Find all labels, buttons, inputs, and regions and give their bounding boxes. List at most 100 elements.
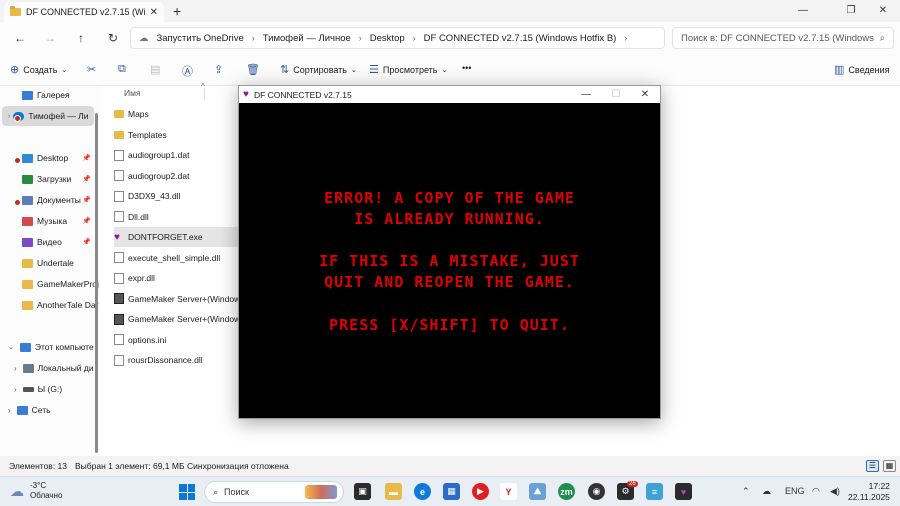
game-screen[interactable]: ERROR! A COPY OF THE GAME IS ALREADY RUN…: [239, 103, 660, 418]
notepad-icon[interactable]: ≡: [646, 483, 663, 500]
game-window-title: DF CONNECTED v2.7.15: [253, 89, 352, 100]
desktop-icon: [22, 153, 33, 163]
file-row[interactable]: execute_shell_simple.dll: [114, 248, 241, 268]
store-icon[interactable]: ▦: [443, 483, 460, 500]
search-icon: ⌕: [213, 486, 219, 497]
application-icon: [114, 313, 124, 325]
file-icon: [114, 252, 124, 263]
breadcrumb-item[interactable]: Desktop: [370, 33, 405, 44]
delete-button[interactable]: 🗑: [246, 63, 260, 76]
cut-button[interactable]: ✂: [87, 63, 96, 76]
address-bar[interactable]: ☁ Запустить OneDrive › Тимофей — Личное …: [130, 27, 665, 49]
youtube-icon[interactable]: ▶: [472, 483, 489, 500]
network-tray-icon[interactable]: ☁: [762, 486, 771, 497]
time: 17:22: [868, 481, 890, 491]
share-button[interactable]: ⇪: [214, 63, 223, 76]
cloud-icon: ☁: [10, 482, 24, 499]
details-view-button[interactable]: ☰: [866, 460, 879, 472]
file-icon: [114, 354, 124, 366]
up-button[interactable]: ↑: [73, 30, 89, 46]
sidebar-item-anothertale[interactable]: AnotherTale Dar: [22, 295, 100, 315]
file-row[interactable]: Maps: [114, 104, 241, 124]
photos-icon[interactable]: ⛰: [529, 483, 546, 500]
sidebar-item-gamemakerproj[interactable]: GameMakerProj: [22, 274, 100, 294]
column-header-name[interactable]: Имя: [124, 88, 141, 98]
close-window-button[interactable]: ✕: [860, 0, 900, 20]
sidebar-item-undertale[interactable]: Undertale: [22, 253, 100, 273]
breadcrumb-item[interactable]: Тимофей — Личное: [263, 33, 351, 44]
details-label: Сведения: [848, 64, 890, 75]
game-minimize-button[interactable]: —: [571, 86, 601, 103]
file-row[interactable]: rousrDissonance.dll: [114, 350, 241, 370]
zoom-icon[interactable]: zm: [558, 483, 575, 500]
view-button[interactable]: ☰ Просмотреть ⌄: [369, 63, 447, 76]
file-name: Dll.dll: [128, 211, 149, 222]
file-name: D3DX9_43.dll: [128, 191, 181, 201]
volume-icon[interactable]: ◀): [830, 486, 840, 497]
forward-button[interactable]: →: [42, 30, 58, 46]
sidebar-item-gallery[interactable]: Галерея: [22, 86, 100, 105]
sidebar-item-local-disk[interactable]: › Локальный ди: [14, 358, 100, 378]
file-row[interactable]: Templates: [114, 125, 241, 145]
file-row[interactable]: ♥ DONTFORGET.exe: [114, 227, 241, 247]
language-indicator[interactable]: ENG: [785, 486, 805, 496]
task-view-icon[interactable]: ▣: [354, 483, 371, 500]
music-icon: [22, 216, 33, 226]
taskbar-search-label: Поиск: [224, 487, 249, 497]
explorer-tab[interactable]: DF CONNECTED v2.7.15 (Wind ✕: [4, 2, 164, 22]
details-button[interactable]: ▥ Сведения: [834, 63, 890, 76]
game-title-bar[interactable]: ♥ DF CONNECTED v2.7.15 — ☐ ✕: [239, 86, 660, 103]
chevron-up-icon[interactable]: ⌃: [742, 486, 750, 497]
file-row[interactable]: expr.dll: [114, 268, 241, 288]
copy-button[interactable]: ⧉: [118, 63, 126, 76]
sidebar-item-this-pc[interactable]: ⌄ Этот компьюте: [8, 337, 100, 357]
gallery-icon: [22, 90, 33, 100]
breadcrumb-item[interactable]: Запустить OneDrive: [157, 33, 244, 44]
file-row[interactable]: audiogroup2.dat: [114, 166, 241, 186]
new-tab-button[interactable]: +: [173, 3, 181, 19]
game-maximize-button[interactable]: ☐: [601, 86, 631, 103]
sidebar-item-drive-g[interactable]: › Ы (G:): [14, 379, 100, 399]
edge-icon[interactable]: e: [414, 483, 431, 500]
paste-button[interactable]: ▤: [150, 63, 160, 76]
rename-button[interactable]: Ⓐ: [182, 63, 193, 79]
sidebar-item-label: Музыка: [37, 216, 68, 226]
file-name: audiogroup2.dat: [128, 170, 190, 181]
back-button[interactable]: ←: [12, 30, 28, 46]
file-row[interactable]: options.ini: [114, 330, 241, 350]
breadcrumb-item[interactable]: DF CONNECTED v2.7.15 (Windows Hotfix B): [424, 33, 617, 44]
close-tab-icon[interactable]: ✕: [150, 7, 158, 18]
file-icon: [114, 190, 124, 202]
refresh-button[interactable]: ↻: [105, 30, 121, 46]
weather-widget[interactable]: ☁ -3°C Облачно: [10, 481, 62, 501]
file-explorer-icon[interactable]: ▬: [385, 483, 402, 500]
game-close-button[interactable]: ✕: [630, 86, 660, 103]
taskbar-search[interactable]: ⌕ Поиск: [204, 481, 344, 503]
file-name: expr.dll: [128, 273, 155, 283]
minimize-button[interactable]: —: [780, 0, 826, 20]
chevron-down-icon: ⌄: [441, 66, 448, 74]
sync-error-icon: [14, 157, 21, 164]
clock[interactable]: 17:22 22.11.2025: [848, 481, 890, 503]
more-button[interactable]: •••: [462, 63, 471, 73]
file-row[interactable]: Dll.dll: [114, 207, 241, 227]
camera-icon[interactable]: ◉: [588, 483, 605, 500]
file-row[interactable]: GameMaker Server+(Windows): [114, 289, 241, 309]
file-row[interactable]: D3DX9_43.dll: [114, 186, 241, 206]
file-icon: [114, 149, 124, 161]
sidebar-item-network[interactable]: › Сеть: [8, 400, 100, 420]
game-heart-icon[interactable]: ♥: [675, 483, 692, 500]
file-row[interactable]: audiogroup1.dat: [114, 145, 241, 165]
file-name: Templates: [128, 129, 167, 140]
file-row[interactable]: GameMaker Server+(Windows): [114, 309, 241, 329]
sidebar-scrollbar[interactable]: [95, 113, 98, 453]
tiles-view-button[interactable]: ▦: [883, 460, 896, 472]
start-button[interactable]: [179, 484, 195, 500]
wifi-icon[interactable]: ◠: [812, 486, 820, 497]
yandex-icon[interactable]: Y: [500, 483, 517, 500]
view-icon: ☰: [369, 64, 379, 76]
search-input[interactable]: Поиск в: DF CONNECTED v2.7.15 (Windows ⌕: [672, 27, 894, 49]
sort-button[interactable]: ⇅ Сортировать ⌄: [280, 63, 357, 76]
create-button[interactable]: ⊕ Создать ⌄: [10, 63, 67, 76]
download-icon: [22, 174, 33, 184]
